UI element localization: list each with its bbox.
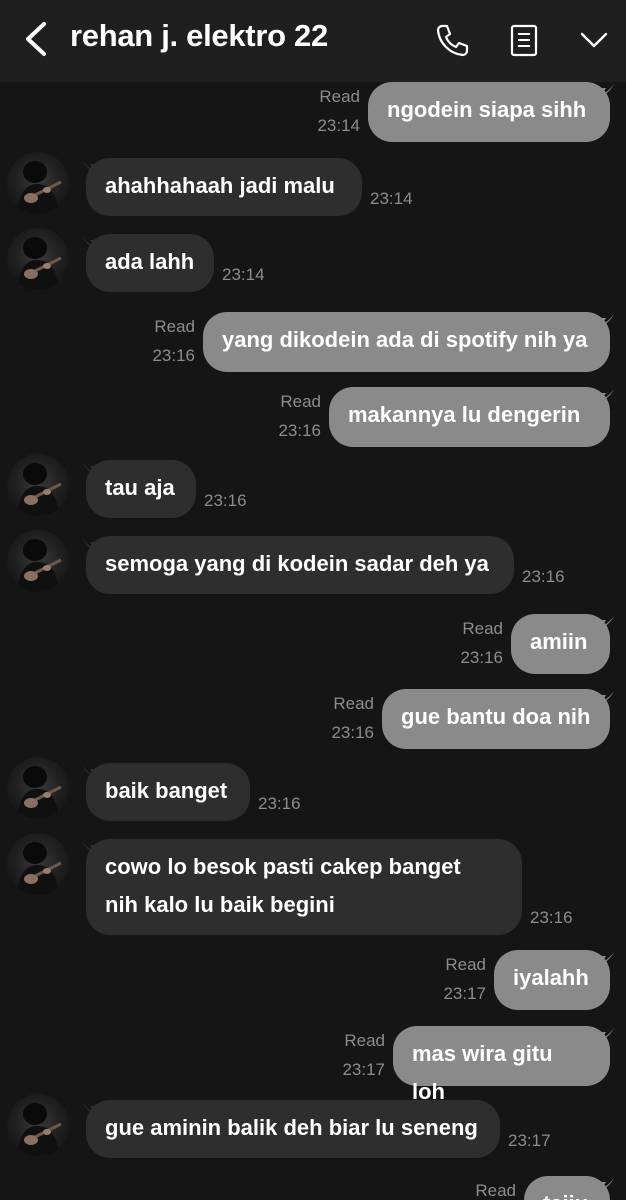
bubble-tail — [82, 462, 100, 476]
bubble-tail — [596, 84, 614, 98]
bubble-tail — [596, 1178, 614, 1192]
outgoing-message-bubble[interactable]: mas wira gitu loh — [393, 1026, 610, 1104]
message-meta: 23:17 — [508, 1126, 551, 1155]
outgoing-message-bubble[interactable]: ngodein siapa sihh — [368, 82, 610, 142]
message-list[interactable]: ngodein siapa sihh Read 23:14 ahahhahaah ja… — [0, 82, 626, 1200]
bubble-tail — [596, 616, 614, 630]
incoming-message-bubble[interactable]: cowo lo besok pasti cakep banget nih kal… — [86, 839, 522, 935]
contact-avatar[interactable] — [7, 530, 69, 592]
incoming-message-bubble[interactable]: gue aminin balik deh biar lu seneng — [86, 1100, 500, 1158]
timestamp: 23:16 — [522, 567, 565, 586]
outgoing-message-bubble[interactable]: makannya lu dengerin — [329, 387, 610, 447]
outgoing-message-bubble[interactable]: iyalahh — [494, 950, 610, 1010]
read-status: Read — [280, 392, 321, 411]
timestamp: 23:16 — [258, 794, 301, 813]
message-meta: Read 23:16 — [152, 312, 195, 370]
incoming-message-bubble[interactable]: ahahhahaah jadi malu — [86, 158, 362, 216]
notes-icon[interactable] — [504, 20, 544, 60]
contact-avatar[interactable] — [7, 757, 69, 819]
message-meta: Read 23:14 — [317, 82, 360, 140]
bubble-tail — [82, 160, 100, 174]
bubble-tail — [596, 691, 614, 705]
timestamp: 23:16 — [278, 421, 321, 440]
incoming-message-bubble[interactable]: tau aja — [86, 460, 196, 518]
bubble-tail — [82, 236, 100, 250]
back-chevron-icon[interactable] — [18, 18, 58, 60]
timestamp: 23:16 — [530, 908, 573, 927]
message-meta: 23:16 — [204, 486, 247, 515]
bubble-tail — [82, 1102, 100, 1116]
message-meta: 23:16 — [258, 789, 301, 818]
chat-title: rehan j. elektro 22 — [70, 18, 328, 53]
read-status: Read — [319, 87, 360, 106]
timestamp: 23:16 — [331, 723, 374, 742]
timestamp: 23:17 — [508, 1131, 551, 1150]
message-meta: 23:16 — [530, 903, 573, 932]
message-meta: Read 23:17 — [443, 950, 486, 1008]
chat-header: rehan j. elektro 22 — [0, 0, 626, 82]
bubble-tail — [596, 1028, 614, 1042]
message-meta: Read 23:16 — [331, 689, 374, 747]
message-meta: Read 23:16 — [278, 387, 321, 445]
bubble-tail — [596, 314, 614, 328]
read-status: Read — [475, 1181, 516, 1200]
timestamp: 23:17 — [443, 984, 486, 1003]
read-status: Read — [462, 619, 503, 638]
outgoing-message-bubble[interactable]: gue bantu doa nih — [382, 689, 610, 749]
contact-avatar[interactable] — [7, 152, 69, 214]
contact-avatar[interactable] — [7, 228, 69, 290]
read-status: Read — [445, 955, 486, 974]
timestamp: 23:16 — [152, 346, 195, 365]
timestamp: 23:17 — [342, 1060, 385, 1079]
message-meta: Read 23:17 — [342, 1026, 385, 1084]
timestamp: 23:16 — [460, 648, 503, 667]
message-meta: Read — [475, 1176, 516, 1200]
read-status: Read — [333, 694, 374, 713]
message-meta: Read 23:16 — [460, 614, 503, 672]
read-status: Read — [344, 1031, 385, 1050]
chevron-down-icon[interactable] — [574, 20, 614, 60]
timestamp: 23:14 — [370, 189, 413, 208]
contact-avatar[interactable] — [7, 833, 69, 895]
incoming-message-bubble[interactable]: baik banget — [86, 763, 250, 821]
bubble-tail — [82, 538, 100, 552]
timestamp: 23:14 — [222, 265, 265, 284]
message-meta: 23:14 — [222, 260, 265, 289]
bubble-tail — [596, 952, 614, 966]
read-status: Read — [154, 317, 195, 336]
bubble-tail — [596, 389, 614, 403]
message-meta: 23:16 — [522, 562, 565, 591]
incoming-message-bubble[interactable]: ada lahh — [86, 234, 214, 292]
bubble-tail — [82, 765, 100, 779]
timestamp: 23:16 — [204, 491, 247, 510]
outgoing-message-bubble[interactable]: yang dikodein ada di spotify nih ya — [203, 312, 610, 372]
contact-avatar[interactable] — [7, 1094, 69, 1156]
incoming-message-bubble[interactable]: semoga yang di kodein sadar deh ya — [86, 536, 514, 594]
phone-icon[interactable] — [432, 20, 472, 60]
bubble-tail — [82, 841, 100, 855]
contact-avatar[interactable] — [7, 454, 69, 516]
message-meta: 23:14 — [370, 184, 413, 213]
timestamp: 23:14 — [317, 116, 360, 135]
